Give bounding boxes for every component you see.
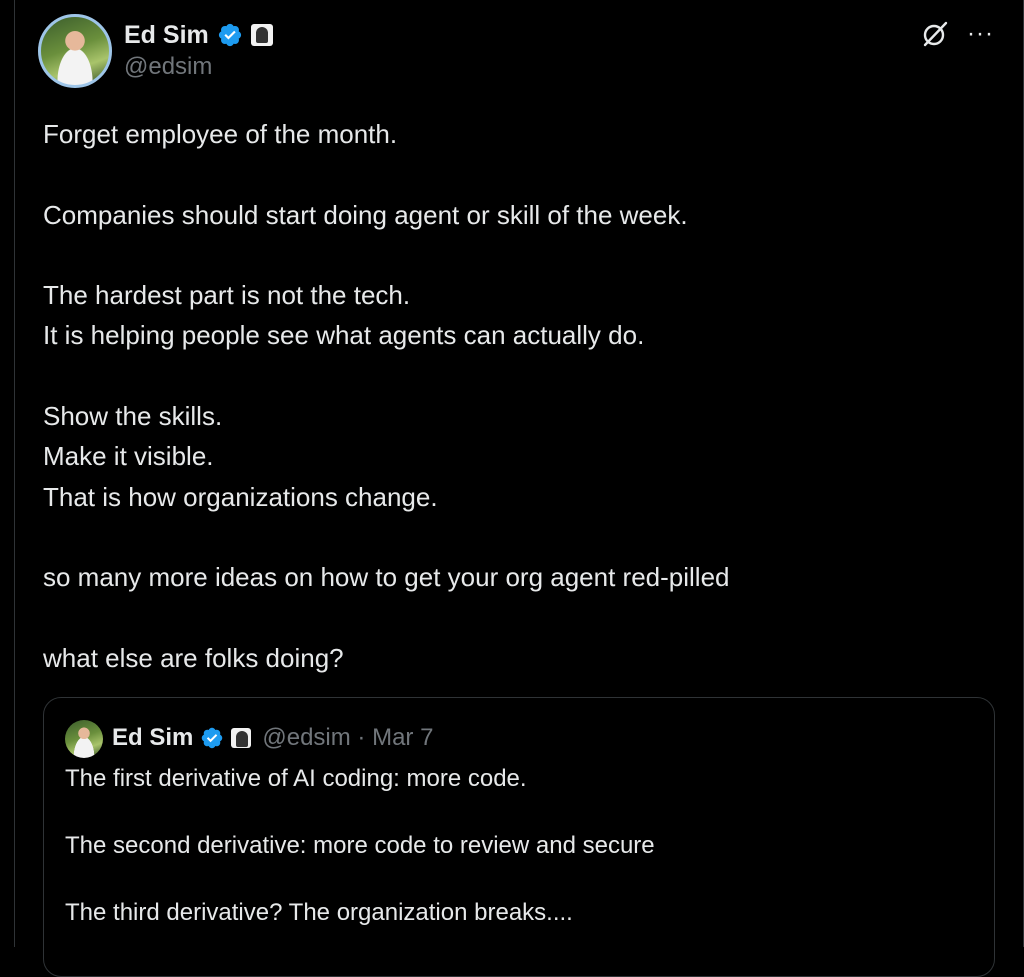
quoted-post-meta: @edsim · Mar 7 (262, 724, 434, 751)
post-text-line: Companies should start doing agent or sk… (43, 199, 688, 230)
quoted-author-avatar[interactable] (65, 720, 103, 758)
verified-badge-icon (202, 727, 223, 749)
quoted-author-name: Ed Sim (112, 724, 194, 751)
quoted-text-line (65, 796, 965, 830)
quoted-text-line: The second derivative: more code to revi… (65, 832, 655, 859)
post-text-line: It is helping people see what agents can… (43, 320, 645, 351)
post-text-line (43, 598, 983, 638)
quoted-text-line: The first derivative of AI coding: more … (65, 765, 527, 792)
post-text-line (43, 154, 983, 194)
post-text-line: That is how organizations change. (43, 481, 438, 512)
affiliate-badge-icon[interactable] (250, 24, 273, 46)
quoted-text-line (65, 863, 965, 897)
quoted-post[interactable]: Ed Sim @edsim · Mar 7 The first derivati… (43, 697, 995, 977)
post-text-line: Show the skills. (43, 401, 223, 432)
grok-icon[interactable] (921, 20, 949, 48)
post-text-line (43, 517, 983, 557)
author-handle[interactable]: @edsim (124, 53, 212, 81)
quoted-text-line: The third derivative? The organization b… (65, 899, 573, 926)
post-text-line: what else are folks doing? (43, 642, 344, 673)
quoted-post-header: Ed Sim @edsim · Mar 7 (112, 720, 433, 756)
post-body-text: Forget employee of the month. Companies s… (43, 114, 983, 678)
quoted-post-text: The first derivative of AI coding: more … (65, 762, 965, 930)
verified-badge-icon (218, 23, 241, 47)
affiliate-badge-icon (231, 728, 252, 748)
post-text-line: The hardest part is not the tech. (43, 280, 411, 311)
post-text-line: so many more ideas on how to get your or… (43, 562, 730, 593)
post-text-line (43, 235, 983, 275)
author-name[interactable]: Ed Sim (124, 21, 209, 50)
author-name-row: Ed Sim (124, 18, 273, 52)
author-avatar[interactable] (38, 14, 112, 88)
post-actions-top: ··· (921, 20, 994, 48)
post-text-line: Make it visible. (43, 441, 214, 472)
post-text-line: Forget employee of the month. (43, 119, 398, 149)
more-options-icon[interactable]: ··· (967, 22, 994, 46)
post-text-line (43, 356, 983, 396)
